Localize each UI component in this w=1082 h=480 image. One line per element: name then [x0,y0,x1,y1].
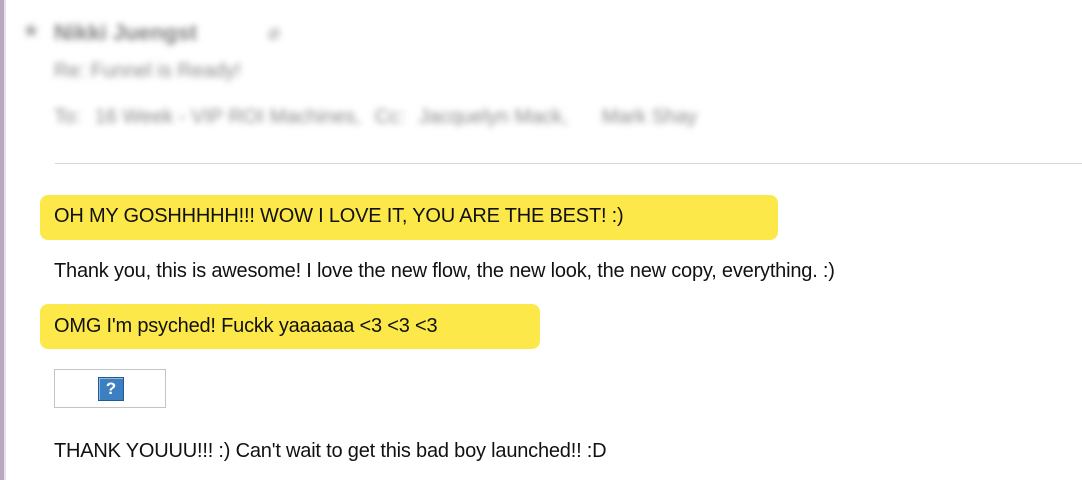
to-recipient[interactable]: 16 Week - VIP ROI Machines, [95,106,361,129]
body-line: Thank you, this is awesome! I love the n… [54,260,835,282]
body-line-highlighted: OH MY GOSHHHHH!!! WOW I LOVE IT, YOU ARE… [54,205,624,227]
sender-name[interactable]: Nikki Juengst [54,20,197,46]
cc-label: Cc: [374,106,405,128]
paperclip-icon[interactable]: ⌀ [268,20,280,45]
body-line: THANK YOUUU!!! :) Can't wait to get this… [54,440,607,462]
broken-image-placeholder[interactable]: ? [54,369,166,408]
broken-image-icon: ? [98,377,124,401]
to-label: To: [54,106,81,128]
email-subject: Re: Funnel is Ready! [54,60,241,82]
email-header: ★ Nikki Juengst ⌀ Re: Funnel is Ready! T… [22,8,1082,148]
header-divider [55,163,1082,164]
body-line-highlighted: OMG I'm psyched! Fuckk yaaaaaa <3 <3 <3 [54,315,438,337]
cc-recipient[interactable]: Mark Shay [602,106,698,129]
cc-recipient[interactable]: Jacquelyn Mack, [419,106,568,129]
star-icon[interactable]: ★ [22,20,44,42]
recipients-row: To: 16 Week - VIP ROI Machines, Cc: Jacq… [54,106,697,129]
window-left-edge-inner [4,0,6,480]
